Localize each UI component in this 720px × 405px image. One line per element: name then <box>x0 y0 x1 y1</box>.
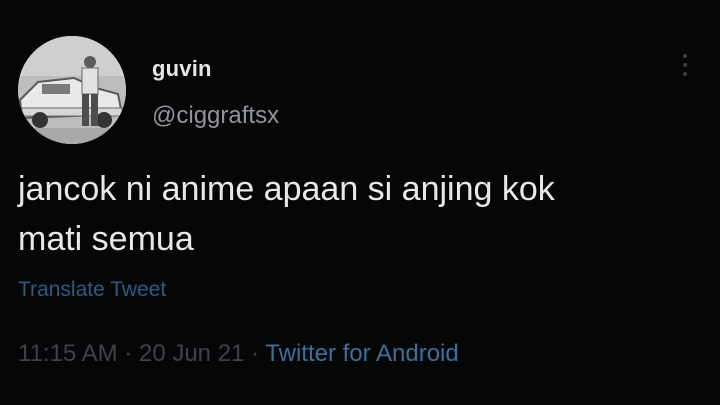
meta-separator: · <box>251 340 260 367</box>
user-handle[interactable]: @ciggraftsx <box>152 102 279 130</box>
display-name[interactable]: guvin <box>152 56 212 82</box>
tweet-client-link[interactable]: Twitter for Android <box>265 340 458 367</box>
tweet-card: guvin @ciggraftsx jancok ni anime apaan … <box>0 0 720 405</box>
tweet-text: jancok ni anime apaan si anjing kok mati… <box>18 164 678 264</box>
tweet-text-line: mati semua <box>18 220 194 258</box>
more-dot <box>683 54 687 58</box>
tweet-text-line: jancok ni anime apaan si anjing kok <box>18 170 555 208</box>
meta-separator: · <box>124 340 133 367</box>
more-vertical-icon[interactable] <box>680 54 690 82</box>
tweet-date[interactable]: 20 Jun 21 <box>139 340 244 367</box>
tweet-time[interactable]: 11:15 AM <box>18 340 118 367</box>
tweet-meta: 11:15 AM · 20 Jun 21 · Twitter for Andro… <box>18 340 459 368</box>
more-dot <box>683 63 687 67</box>
more-dot <box>683 72 687 76</box>
avatar-photo <box>18 36 126 144</box>
translate-tweet-link[interactable]: Translate Tweet <box>18 278 166 302</box>
avatar[interactable] <box>18 36 126 144</box>
